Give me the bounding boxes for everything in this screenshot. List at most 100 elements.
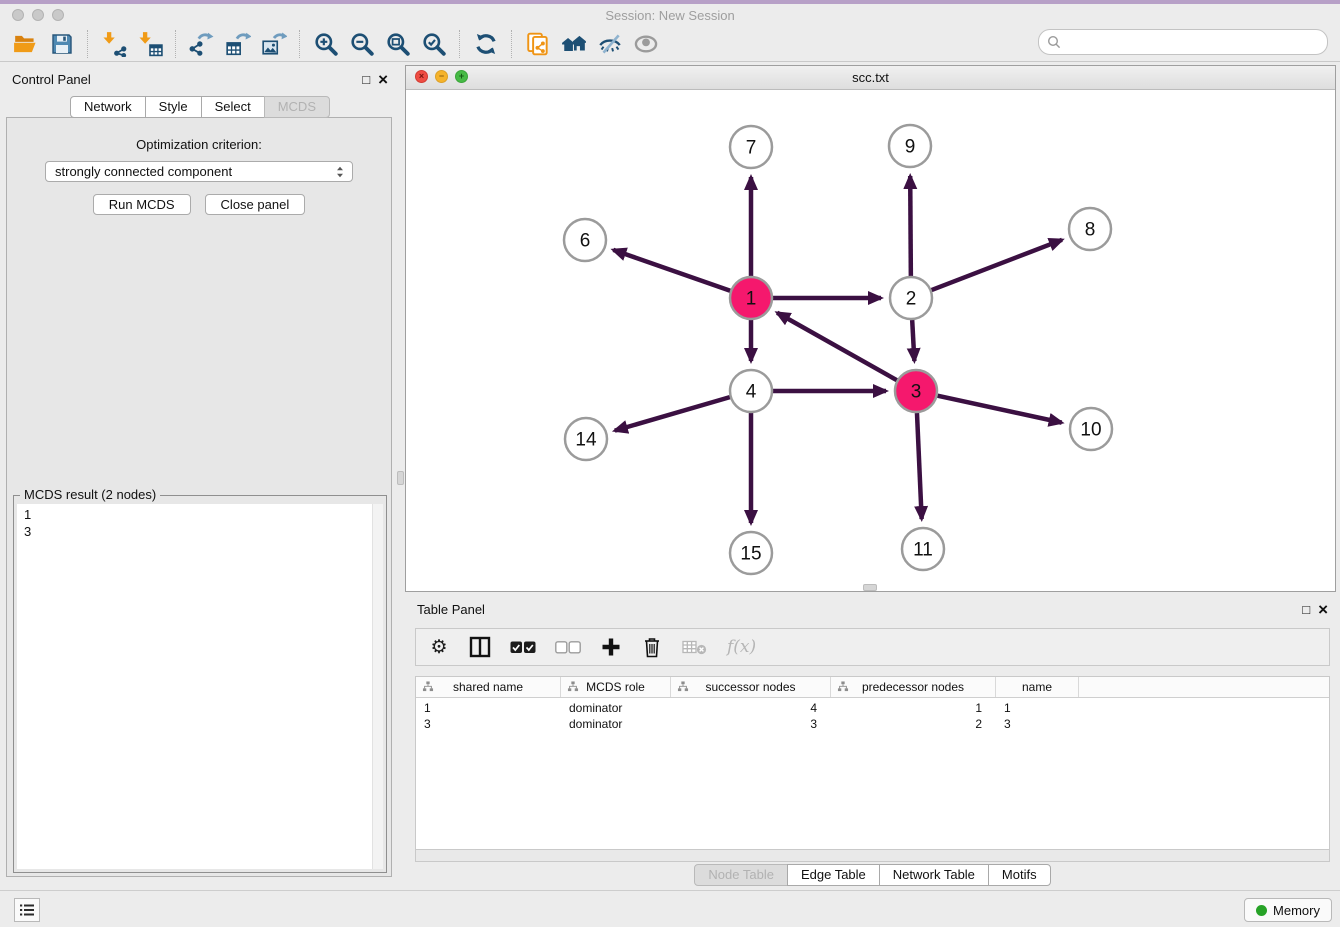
import-network-button[interactable] <box>96 29 132 59</box>
window-traffic-lights <box>12 9 64 21</box>
vertical-split-grip[interactable] <box>397 471 404 485</box>
tab-edge-table[interactable]: Edge Table <box>787 864 880 886</box>
search-input[interactable] <box>1065 32 1327 52</box>
table-cell[interactable]: 2 <box>831 717 996 731</box>
main-toolbar <box>0 26 1340 62</box>
zoom-fit-button[interactable] <box>380 29 416 59</box>
save-icon <box>50 32 74 56</box>
search-icon <box>1047 35 1061 49</box>
toolbar-separator <box>175 30 177 58</box>
add-row-button[interactable] <box>600 634 622 660</box>
network-close-button[interactable]: × <box>415 70 428 83</box>
memory-label: Memory <box>1273 903 1320 918</box>
function-builder-button[interactable]: f(x) <box>727 634 756 660</box>
optimization-criterion-select[interactable]: strongly connected component <box>45 161 353 182</box>
table-cell[interactable]: 1 <box>996 701 1079 715</box>
table-scroll-strip[interactable] <box>415 850 1330 862</box>
result-scrollbar[interactable] <box>372 504 383 869</box>
edge-3-1[interactable] <box>777 313 897 380</box>
toolbar-separator <box>511 30 513 58</box>
network-canvas[interactable]: 7968124314101511 <box>406 89 1335 591</box>
save-session-button[interactable] <box>44 29 80 59</box>
table-row[interactable]: 3dominator323 <box>416 716 1329 732</box>
show-columns-button[interactable] <box>469 634 491 660</box>
tab-style[interactable]: Style <box>145 96 202 118</box>
duplicate-network-button[interactable] <box>520 29 556 59</box>
edge-2-3[interactable] <box>912 320 914 361</box>
minimize-window-button[interactable] <box>32 9 44 21</box>
table-cell[interactable]: 1 <box>831 701 996 715</box>
node-label-10: 10 <box>1080 420 1101 441</box>
delete-column-button[interactable] <box>682 634 708 660</box>
refresh-icon <box>473 31 499 57</box>
table-cell[interactable]: 3 <box>996 717 1079 731</box>
import-table-button[interactable] <box>132 29 168 59</box>
show-all-button[interactable] <box>628 29 664 59</box>
tab-network[interactable]: Network <box>70 96 146 118</box>
close-panel-button[interactable]: Close panel <box>205 194 306 215</box>
window-titlebar: Session: New Session <box>0 4 1340 26</box>
plus-icon <box>601 637 621 657</box>
tab-select[interactable]: Select <box>201 96 265 118</box>
table-cell[interactable]: 3 <box>416 717 561 731</box>
column-header-shared-name[interactable]: shared name <box>416 677 561 697</box>
export-table-button[interactable] <box>220 29 256 59</box>
edge-2-9[interactable] <box>910 176 911 276</box>
zoom-selected-button[interactable] <box>416 29 452 59</box>
tab-mcds[interactable]: MCDS <box>264 96 330 118</box>
table-cell[interactable]: dominator <box>561 701 671 715</box>
select-all-button[interactable] <box>510 634 536 660</box>
tab-motifs[interactable]: Motifs <box>988 864 1051 886</box>
export-image-button[interactable] <box>256 29 292 59</box>
node-label-1: 1 <box>746 289 757 310</box>
table-cell[interactable]: 4 <box>671 701 831 715</box>
export-network-button[interactable] <box>184 29 220 59</box>
tab-node-table[interactable]: Node Table <box>694 864 788 886</box>
column-header-MCDS-role[interactable]: MCDS role <box>561 677 671 697</box>
refresh-button[interactable] <box>468 29 504 59</box>
network-zoom-button[interactable]: + <box>455 70 468 83</box>
zoom-in-button[interactable] <box>308 29 344 59</box>
close-table-panel-icon[interactable]: × <box>1318 601 1328 618</box>
hide-selected-button[interactable] <box>592 29 628 59</box>
horizontal-split-grip[interactable] <box>863 584 877 591</box>
table-row[interactable]: 1dominator411 <box>416 700 1329 716</box>
first-neighbors-button[interactable] <box>556 29 592 59</box>
deselect-all-button[interactable] <box>555 634 581 660</box>
mcds-result-area[interactable]: 1 3 <box>17 504 383 869</box>
delete-column-icon <box>682 639 708 655</box>
unchecked-boxes-icon <box>555 641 581 654</box>
select-stepper-icon <box>331 163 349 181</box>
edge-2-8[interactable] <box>932 240 1062 290</box>
memory-button[interactable]: Memory <box>1244 898 1332 922</box>
toolbar-separator <box>299 30 301 58</box>
edge-1-6[interactable] <box>613 250 730 291</box>
table-cell[interactable]: 1 <box>416 701 561 715</box>
table-settings-button[interactable]: ⚙ <box>428 634 450 660</box>
attribute-icon <box>567 681 579 692</box>
network-minimize-button[interactable]: − <box>435 70 448 83</box>
edge-3-10[interactable] <box>937 396 1061 423</box>
table-cell[interactable]: 3 <box>671 717 831 731</box>
delete-row-button[interactable] <box>641 634 663 660</box>
mcds-panel: Optimization criterion: strongly connect… <box>6 117 392 877</box>
float-table-panel-icon[interactable]: □ <box>1302 603 1310 616</box>
column-header-successor-nodes[interactable]: successor nodes <box>671 677 831 697</box>
table-cell[interactable]: dominator <box>561 717 671 731</box>
network-window-titlebar[interactable]: × − + scc.txt <box>406 66 1335 90</box>
column-header-name[interactable]: name <box>996 677 1079 697</box>
zoom-out-button[interactable] <box>344 29 380 59</box>
maximize-window-button[interactable] <box>52 9 64 21</box>
close-window-button[interactable] <box>12 9 24 21</box>
tab-network-table[interactable]: Network Table <box>879 864 989 886</box>
run-mcds-button[interactable]: Run MCDS <box>93 194 191 215</box>
column-header-predecessor-nodes[interactable]: predecessor nodes <box>831 677 996 697</box>
task-history-button[interactable] <box>14 898 40 922</box>
open-session-button[interactable] <box>8 29 44 59</box>
edge-3-11[interactable] <box>917 413 922 519</box>
float-panel-icon[interactable]: □ <box>362 73 370 86</box>
edge-4-14[interactable] <box>615 397 730 430</box>
node-label-15: 15 <box>740 544 761 565</box>
node-label-2: 2 <box>906 289 917 310</box>
close-panel-icon[interactable]: × <box>378 71 388 88</box>
